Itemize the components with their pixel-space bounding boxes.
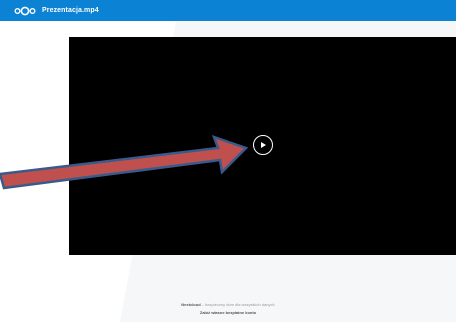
nextcloud-logo-icon[interactable]	[14, 6, 36, 16]
footer: Nextcloud – bezpieczny dom dla wszystkic…	[0, 302, 456, 316]
footer-tagline: Nextcloud – bezpieczny dom dla wszystkic…	[0, 302, 456, 308]
header-bar: Prezentacja.mp4	[0, 0, 456, 21]
page: Prezentacja.mp4 Nextcloud – bezpieczny d…	[0, 0, 456, 322]
file-title: Prezentacja.mp4	[42, 7, 99, 14]
signup-link[interactable]: Załóż własne bezpłatne konto	[200, 310, 256, 316]
play-button[interactable]	[253, 135, 273, 155]
footer-brand[interactable]: Nextcloud	[181, 302, 200, 307]
footer-tagline-text: – bezpieczny dom dla wszystkich danych	[200, 302, 275, 307]
play-icon	[261, 142, 266, 148]
